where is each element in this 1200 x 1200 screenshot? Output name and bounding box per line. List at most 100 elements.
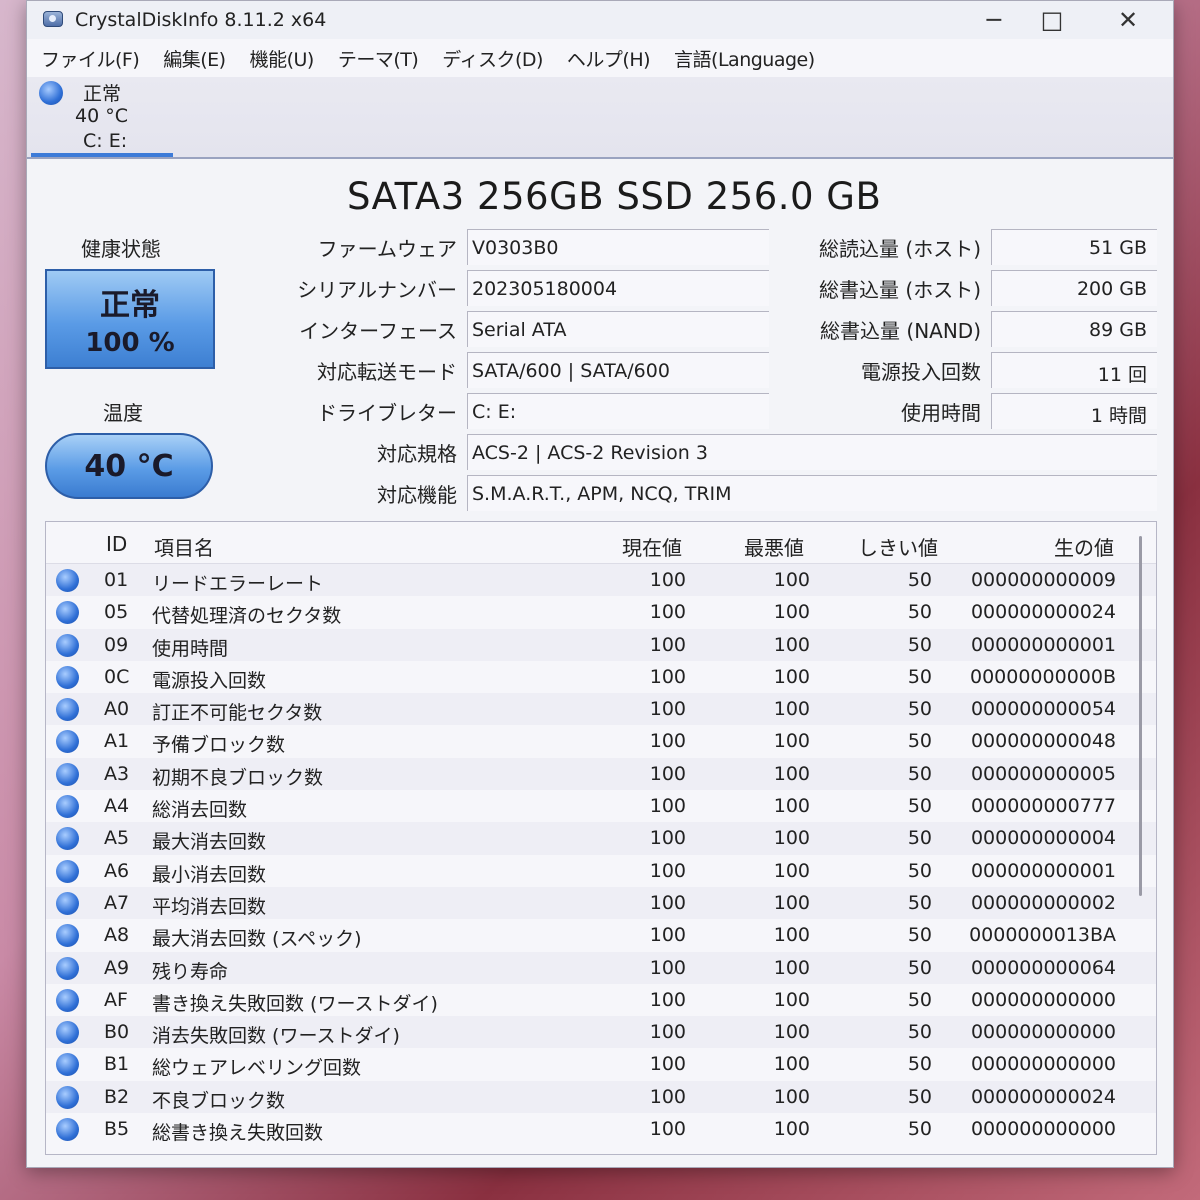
row-id: A0 <box>104 698 130 721</box>
status-dot-icon <box>56 859 79 883</box>
disk-tab-drives: C: E: <box>83 130 128 152</box>
menu-file[interactable]: ファイル(F) <box>41 45 140 72</box>
row-worst: 100 <box>773 762 810 785</box>
row-current: 100 <box>649 924 686 947</box>
row-name: 使用時間 <box>152 637 229 660</box>
table-row[interactable]: AF 書き換え失敗回数 (ワーストダイ) 100 100 50 000000000000 <box>46 984 1156 1016</box>
standard-label: 対応規格 <box>377 442 457 466</box>
row-current: 100 <box>649 633 686 656</box>
row-threshold: 50 <box>907 762 932 785</box>
row-current: 100 <box>649 795 686 818</box>
row-id: 01 <box>104 569 129 591</box>
table-row[interactable]: A5 最大消去回数 100 100 50 000000000004 <box>46 822 1156 855</box>
scrollbar[interactable] <box>1139 536 1142 896</box>
table-row[interactable]: 01 リードエラーレート 100 100 50 000000000009 <box>46 564 1156 597</box>
table-row[interactable]: A8 最大消去回数 (スペック) 100 100 50 0000000013BA <box>46 919 1156 951</box>
row-name: 訂正不可能セクタ数 <box>152 702 323 725</box>
table-row[interactable]: A7 平均消去回数 100 100 50 000000000002 <box>46 886 1156 920</box>
status-dot-icon <box>56 730 79 754</box>
row-name: 最大消去回数 (スペック) <box>152 928 362 951</box>
table-row[interactable]: B0 消去失敗回数 (ワーストダイ) 100 100 50 000000000000 <box>46 1016 1156 1049</box>
header-threshold[interactable]: しきい値 <box>858 532 938 561</box>
table-row[interactable]: A4 総消去回数 100 100 50 000000000777 <box>46 790 1156 822</box>
row-raw: 000000000000 <box>970 1053 1116 1076</box>
maximize-button[interactable]: □ <box>1023 1 1081 39</box>
header-current[interactable]: 現在値 <box>622 532 682 561</box>
disk-tab[interactable]: 正常 40 °C C: E: <box>31 77 173 157</box>
row-current: 100 <box>649 665 686 688</box>
row-raw: 000000000054 <box>970 698 1116 721</box>
row-id: A4 <box>104 795 130 818</box>
row-worst: 100 <box>773 730 810 753</box>
row-id: B5 <box>104 1118 130 1141</box>
table-row[interactable]: B2 不良ブロック数 100 100 50 000000000024 <box>46 1080 1156 1114</box>
row-current: 100 <box>649 601 686 624</box>
header-id[interactable]: ID <box>106 532 127 556</box>
table-row[interactable]: A1 予備ブロック数 100 100 50 000000000048 <box>46 725 1156 757</box>
temperature-button[interactable]: 40 °C <box>45 433 213 499</box>
row-threshold: 50 <box>907 1085 932 1108</box>
row-worst: 100 <box>773 1085 810 1108</box>
disk-tab-status: 正常 <box>83 83 122 105</box>
firmware-label: ファームウェア <box>317 237 457 261</box>
table-row[interactable]: 09 使用時間 100 100 50 000000000001 <box>46 628 1156 661</box>
menu-bar: ファイル(F) 編集(E) 機能(U) テーマ(T) ディスク(D) ヘルプ(H… <box>27 39 1173 77</box>
row-current: 100 <box>649 698 686 721</box>
status-dot-icon <box>56 827 79 851</box>
row-worst: 100 <box>773 988 810 1011</box>
status-dot-icon <box>39 81 63 105</box>
window-title: CrystalDiskInfo 8.11.2 x64 <box>75 9 327 31</box>
row-raw: 000000000004 <box>970 827 1116 850</box>
status-dot-icon <box>56 1021 79 1045</box>
header-raw[interactable]: 生の値 <box>1054 532 1114 561</box>
status-dot-icon <box>56 1118 79 1142</box>
row-worst: 100 <box>773 956 810 979</box>
row-raw: 000000000048 <box>970 730 1116 753</box>
table-row[interactable]: A0 訂正不可能セクタ数 100 100 50 000000000054 <box>46 693 1156 726</box>
header-name[interactable]: 項目名 <box>154 532 214 561</box>
close-button[interactable]: ✕ <box>1099 1 1157 39</box>
host-writes-value: 200 GB <box>991 270 1157 306</box>
row-raw: 000000000777 <box>970 795 1116 818</box>
row-id: B1 <box>104 1053 130 1076</box>
menu-edit[interactable]: 編集(E) <box>163 45 226 72</box>
health-status-button[interactable]: 正常 100 % <box>45 269 215 369</box>
app-icon <box>41 9 65 31</box>
table-row[interactable]: B1 総ウェアレベリング回数 100 100 50 000000000000 <box>46 1048 1156 1080</box>
menu-theme[interactable]: テーマ(T) <box>338 45 419 72</box>
row-name: 最小消去回数 <box>152 863 267 886</box>
menu-disk[interactable]: ディスク(D) <box>442 45 543 72</box>
row-threshold: 50 <box>907 956 932 979</box>
status-dot-icon <box>56 698 79 722</box>
row-worst: 100 <box>773 633 810 656</box>
status-dot-icon <box>56 665 79 689</box>
row-id: AF <box>104 988 128 1011</box>
row-id: A3 <box>104 762 130 785</box>
table-row[interactable]: A3 初期不良ブロック数 100 100 50 000000000005 <box>46 757 1156 791</box>
table-row[interactable]: B5 総書き換え失敗回数 100 100 50 000000000000 <box>46 1113 1156 1145</box>
table-row[interactable]: 0C 電源投入回数 100 100 50 00000000000B <box>46 661 1156 693</box>
row-current: 100 <box>649 891 686 914</box>
row-name: 不良ブロック数 <box>152 1089 286 1112</box>
health-percent: 100 % <box>85 328 175 358</box>
table-row[interactable]: 05 代替処理済のセクタ数 100 100 50 000000000024 <box>46 596 1156 628</box>
host-reads-value: 51 GB <box>991 229 1157 265</box>
menu-language[interactable]: 言語(Language) <box>674 45 815 72</box>
row-threshold: 50 <box>907 1021 932 1044</box>
menu-function[interactable]: 機能(U) <box>250 45 315 72</box>
table-row[interactable]: A9 残り寿命 100 100 50 000000000064 <box>46 951 1156 984</box>
row-threshold: 50 <box>907 924 932 947</box>
row-id: A1 <box>104 730 130 753</box>
table-row[interactable]: A6 最小消去回数 100 100 50 000000000001 <box>46 855 1156 887</box>
host-writes-label: 総書込量 (ホスト) <box>819 278 981 302</box>
row-worst: 100 <box>773 924 810 947</box>
row-name: リードエラーレート <box>152 573 324 595</box>
header-worst[interactable]: 最悪値 <box>744 532 804 561</box>
row-id: A5 <box>104 827 130 850</box>
model-title: SATA3 256GB SSD 256.0 GB <box>347 175 882 218</box>
status-dot-icon <box>56 891 79 915</box>
menu-help[interactable]: ヘルプ(H) <box>567 45 651 72</box>
row-worst: 100 <box>773 1021 810 1044</box>
minimize-button[interactable]: ─ <box>965 1 1023 39</box>
row-name: 総ウェアレベリング回数 <box>152 1057 362 1080</box>
